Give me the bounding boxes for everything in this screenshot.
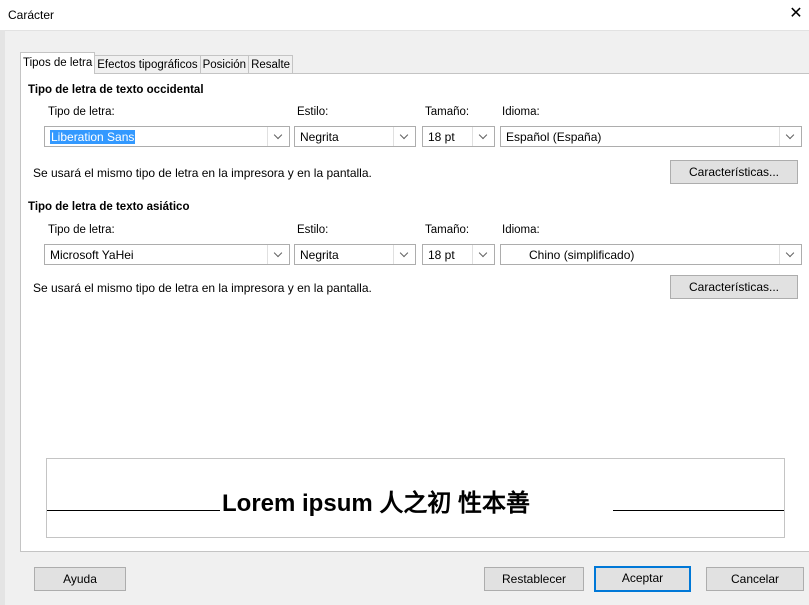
ok-button[interactable]: Aceptar xyxy=(594,566,691,592)
western-features-button[interactable]: Características... xyxy=(670,160,798,184)
chevron-down-icon[interactable] xyxy=(779,127,801,146)
tab-posicion[interactable]: Posición xyxy=(199,55,250,74)
western-style-combobox[interactable]: Negrita xyxy=(294,126,416,147)
western-size-label: Tamaño: xyxy=(425,106,470,118)
asian-language-combobox[interactable]: Chino (simplificado) xyxy=(500,244,802,265)
cancel-button[interactable]: Cancelar xyxy=(706,567,804,591)
window-title: Carácter xyxy=(8,8,55,22)
tab-bar: Tipos de letra Efectos tipográficos Posici… xyxy=(20,52,294,74)
asian-size-value: 18 pt xyxy=(428,248,455,262)
chevron-down-icon[interactable] xyxy=(393,127,415,146)
font-preview: Lorem ipsum 人之初 性本善 xyxy=(46,458,785,538)
close-icon[interactable]: ✕ xyxy=(787,5,805,23)
asian-style-value: Negrita xyxy=(300,248,339,262)
asian-size-spinbox[interactable]: 18 pt xyxy=(422,244,495,265)
asian-language-value: Chino (simplificado) xyxy=(529,248,635,262)
western-language-value: Español (España) xyxy=(506,130,602,144)
western-language-label: Idioma: xyxy=(502,106,540,118)
asian-features-button[interactable]: Características... xyxy=(670,275,798,299)
chevron-down-icon[interactable] xyxy=(472,245,494,264)
title-bar xyxy=(0,0,809,31)
western-font-combobox[interactable]: Liberation Sans xyxy=(44,126,290,147)
tab-efectos-tipograficos[interactable]: Efectos tipográficos xyxy=(94,55,201,74)
western-note: Se usará el mismo tipo de letra en la im… xyxy=(33,166,372,180)
reset-button[interactable]: Restablecer xyxy=(484,567,584,591)
asian-font-label: Tipo de letra: xyxy=(48,224,115,236)
western-font-label: Tipo de letra: xyxy=(48,106,115,118)
chevron-down-icon[interactable] xyxy=(472,127,494,146)
chevron-down-icon[interactable] xyxy=(779,245,801,264)
asian-note: Se usará el mismo tipo de letra en la im… xyxy=(33,281,372,295)
asian-style-label: Estilo: xyxy=(297,224,329,236)
asian-heading: Tipo de letra de texto asiático xyxy=(28,201,190,213)
preview-text: Lorem ipsum 人之初 性本善 xyxy=(222,490,531,517)
window-left-border xyxy=(0,30,5,605)
asian-font-value: Microsoft YaHei xyxy=(50,248,134,262)
preview-baseline-right xyxy=(613,510,784,511)
tab-tipos-de-letra[interactable]: Tipos de letra xyxy=(20,52,96,74)
asian-size-label: Tamaño: xyxy=(425,224,470,236)
chevron-down-icon[interactable] xyxy=(267,245,289,264)
western-size-value: 18 pt xyxy=(428,130,455,144)
asian-style-combobox[interactable]: Negrita xyxy=(294,244,416,265)
chevron-down-icon[interactable] xyxy=(267,127,289,146)
western-heading: Tipo de letra de texto occidental xyxy=(28,84,204,96)
tab-resalte[interactable]: Resalte xyxy=(248,55,294,74)
western-size-spinbox[interactable]: 18 pt xyxy=(422,126,495,147)
chevron-down-icon[interactable] xyxy=(393,245,415,264)
asian-font-combobox[interactable]: Microsoft YaHei xyxy=(44,244,290,265)
help-button[interactable]: Ayuda xyxy=(34,567,126,591)
western-font-value: Liberation Sans xyxy=(50,130,136,144)
western-style-label: Estilo: xyxy=(297,106,329,118)
asian-language-label: Idioma: xyxy=(502,224,540,236)
western-style-value: Negrita xyxy=(300,130,339,144)
western-language-combobox[interactable]: Español (España) xyxy=(500,126,802,147)
preview-baseline-left xyxy=(47,510,220,511)
